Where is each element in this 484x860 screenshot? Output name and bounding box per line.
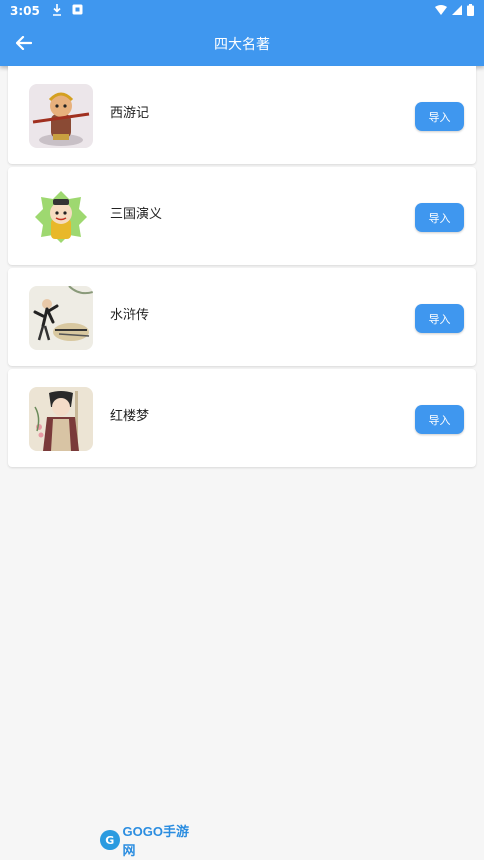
book-title: 西游记 bbox=[110, 106, 150, 121]
book-title: 水浒传 bbox=[110, 308, 150, 323]
list-item[interactable]: 水浒传 导入 bbox=[8, 268, 476, 366]
list-item[interactable]: 西游记 导入 bbox=[8, 66, 476, 164]
notification-icon bbox=[72, 4, 83, 18]
book-title: 三国演义 bbox=[110, 207, 163, 222]
book-title: 红楼梦 bbox=[110, 409, 150, 424]
page-title: 四大名著 bbox=[214, 37, 270, 53]
toolbar: 四大名著 bbox=[0, 22, 484, 66]
app-bar: 3:05 四大名著 bbox=[0, 0, 484, 66]
arrow-left-icon bbox=[15, 35, 33, 54]
wifi-icon bbox=[435, 4, 447, 18]
status-time: 3:05 bbox=[10, 4, 40, 18]
back-button[interactable] bbox=[10, 30, 38, 58]
import-button[interactable]: 导入 bbox=[415, 102, 464, 131]
book-cover-image bbox=[29, 185, 93, 249]
import-button[interactable]: 导入 bbox=[415, 304, 464, 333]
battery-icon bbox=[467, 3, 474, 19]
book-cover-image bbox=[29, 387, 93, 451]
book-cover-image bbox=[29, 286, 93, 350]
watermark-logo: G GOGO手游网 bbox=[100, 824, 200, 858]
list-item[interactable]: 三国演义 导入 bbox=[8, 167, 476, 265]
list-item[interactable]: 红楼梦 导入 bbox=[8, 369, 476, 467]
signal-icon bbox=[452, 4, 462, 18]
import-button[interactable]: 导入 bbox=[415, 405, 464, 434]
import-button[interactable]: 导入 bbox=[415, 203, 464, 232]
download-icon bbox=[52, 3, 62, 19]
book-cover-image bbox=[29, 84, 93, 148]
status-right bbox=[435, 3, 474, 19]
book-list: 西游记 导入 三国演义 导入 水浒传 导入 红楼梦 导入 bbox=[8, 66, 476, 470]
watermark-icon: G bbox=[100, 830, 120, 850]
status-bar: 3:05 bbox=[0, 0, 484, 22]
watermark-text: GOGO手游网 bbox=[122, 824, 189, 858]
